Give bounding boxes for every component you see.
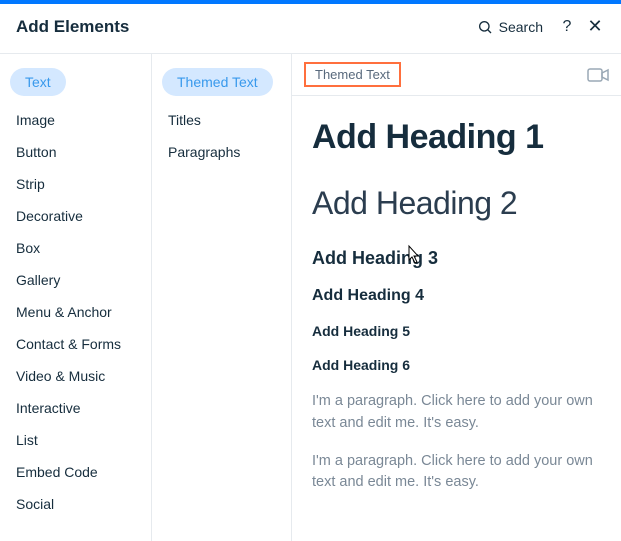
panel-body: Text Image Button Strip Decorative Box G… (0, 54, 621, 541)
category-item-text[interactable]: Text (10, 68, 66, 96)
preview-content: Add Heading 1 Add Heading 2 Add Heading … (292, 96, 621, 530)
preview-pane: Themed Text Add Heading 1 Add Heading 2 … (292, 54, 621, 541)
category-item-button[interactable]: Button (10, 136, 141, 168)
category-item-list[interactable]: List (10, 424, 141, 456)
section-label: Themed Text (304, 62, 401, 87)
search-icon (477, 19, 493, 35)
paragraph-preset-1[interactable]: I'm a paragraph. Click here to add your … (312, 391, 601, 435)
subcategory-list: Themed Text Titles Paragraphs (152, 54, 292, 541)
category-item-contact-forms[interactable]: Contact & Forms (10, 328, 141, 360)
search-button[interactable]: Search (477, 19, 543, 35)
close-button[interactable]: ✕ (585, 16, 605, 37)
subcategory-item-titles[interactable]: Titles (162, 104, 281, 136)
category-item-interactive[interactable]: Interactive (10, 392, 141, 424)
category-item-decorative[interactable]: Decorative (10, 200, 141, 232)
subcategory-item-themed-text[interactable]: Themed Text (162, 68, 273, 96)
category-item-video-music[interactable]: Video & Music (10, 360, 141, 392)
category-item-social[interactable]: Social (10, 488, 141, 520)
category-list: Text Image Button Strip Decorative Box G… (0, 54, 152, 541)
paragraph-preset-2[interactable]: I'm a paragraph. Click here to add your … (312, 451, 601, 495)
heading-3-preset[interactable]: Add Heading 3 (312, 248, 601, 269)
heading-2-preset[interactable]: Add Heading 2 (312, 185, 601, 222)
panel-header: Add Elements Search ? ✕ (0, 4, 621, 54)
category-item-embed-code[interactable]: Embed Code (10, 456, 141, 488)
category-item-box[interactable]: Box (10, 232, 141, 264)
category-item-strip[interactable]: Strip (10, 168, 141, 200)
panel-title: Add Elements (16, 17, 129, 37)
heading-1-preset[interactable]: Add Heading 1 (312, 118, 601, 157)
preview-header: Themed Text (292, 54, 621, 96)
search-label: Search (499, 19, 543, 35)
video-help-icon[interactable] (587, 67, 609, 83)
category-item-menu-anchor[interactable]: Menu & Anchor (10, 296, 141, 328)
add-elements-panel: Add Elements Search ? ✕ Text Image Butto… (0, 0, 621, 541)
subcategory-item-paragraphs[interactable]: Paragraphs (162, 136, 281, 168)
help-button[interactable]: ? (557, 18, 577, 36)
category-item-image[interactable]: Image (10, 104, 141, 136)
category-item-gallery[interactable]: Gallery (10, 264, 141, 296)
heading-4-preset[interactable]: Add Heading 4 (312, 287, 601, 305)
heading-6-preset[interactable]: Add Heading 6 (312, 357, 601, 373)
heading-5-preset[interactable]: Add Heading 5 (312, 323, 601, 339)
